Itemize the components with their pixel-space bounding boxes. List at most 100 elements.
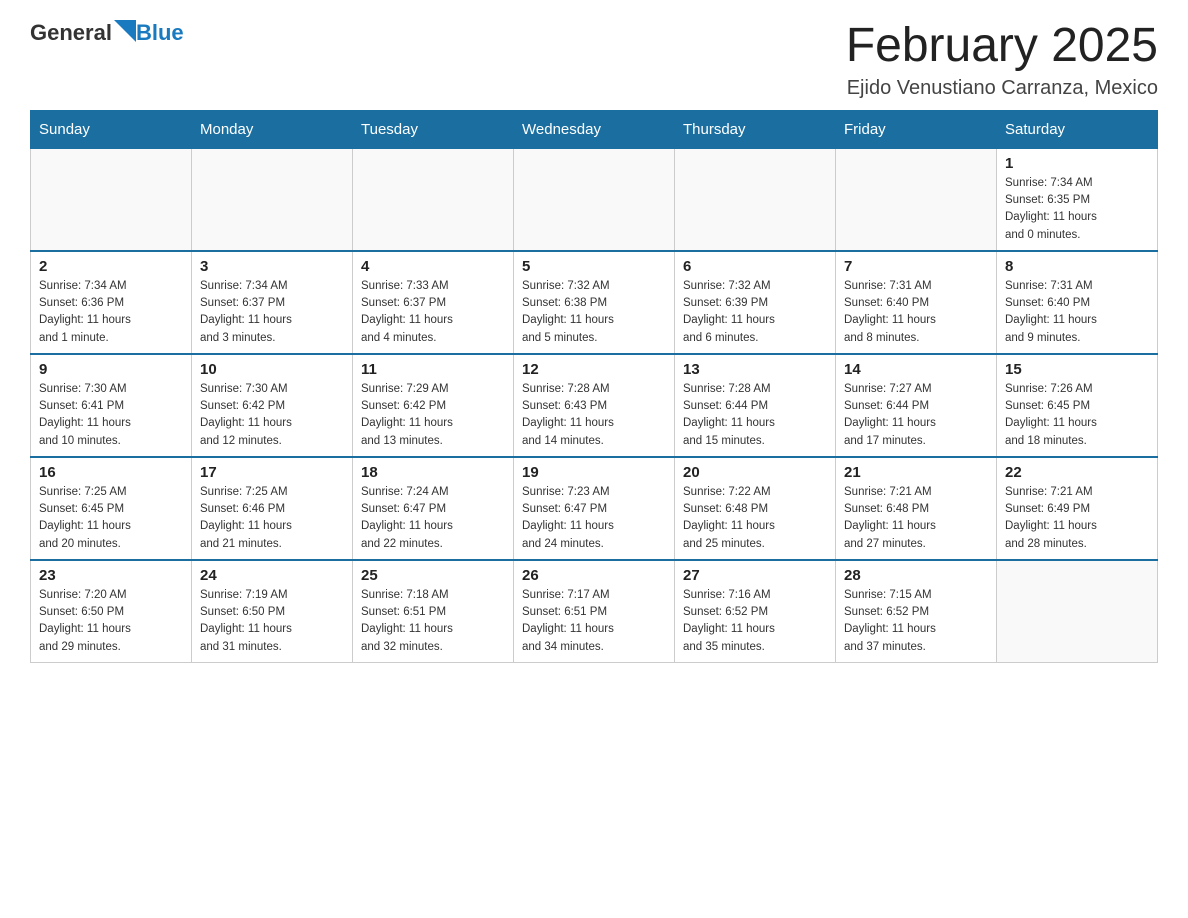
- day-number: 1: [1005, 155, 1149, 172]
- month-title: February 2025: [846, 20, 1158, 73]
- day-number: 21: [844, 464, 988, 481]
- day-number: 7: [844, 258, 988, 275]
- calendar-day-cell: 22 Sunrise: 7:21 AMSunset: 6:49 PMDayligh…: [997, 457, 1158, 560]
- day-info: Sunrise: 7:31 AMSunset: 6:40 PMDaylight:…: [844, 278, 988, 347]
- calendar-day-cell: 1 Sunrise: 7:34 AMSunset: 6:35 PMDaylight…: [997, 148, 1158, 251]
- weekday-header: Friday: [836, 110, 997, 148]
- day-number: 23: [39, 567, 183, 584]
- logo: General Blue: [30, 20, 184, 46]
- calendar-day-cell: 25 Sunrise: 7:18 AMSunset: 6:51 PMDayligh…: [353, 560, 514, 663]
- calendar-day-cell: [836, 148, 997, 251]
- calendar-day-cell: 16 Sunrise: 7:25 AMSunset: 6:45 PMDayligh…: [31, 457, 192, 560]
- day-info: Sunrise: 7:24 AMSunset: 6:47 PMDaylight:…: [361, 484, 505, 553]
- calendar-header-row: SundayMondayTuesdayWednesdayThursdayFrid…: [31, 110, 1158, 148]
- weekday-header: Monday: [192, 110, 353, 148]
- logo-general: General: [30, 20, 112, 46]
- day-info: Sunrise: 7:21 AMSunset: 6:49 PMDaylight:…: [1005, 484, 1149, 553]
- day-number: 8: [1005, 258, 1149, 275]
- calendar-day-cell: 4 Sunrise: 7:33 AMSunset: 6:37 PMDaylight…: [353, 251, 514, 354]
- logo-triangle-icon: [114, 20, 136, 42]
- weekday-header: Tuesday: [353, 110, 514, 148]
- day-number: 2: [39, 258, 183, 275]
- calendar-day-cell: 28 Sunrise: 7:15 AMSunset: 6:52 PMDayligh…: [836, 560, 997, 663]
- weekday-header: Wednesday: [514, 110, 675, 148]
- calendar-day-cell: 14 Sunrise: 7:27 AMSunset: 6:44 PMDayligh…: [836, 354, 997, 457]
- day-info: Sunrise: 7:34 AMSunset: 6:36 PMDaylight:…: [39, 278, 183, 347]
- weekday-header: Thursday: [675, 110, 836, 148]
- calendar-day-cell: 24Sunrise: 7:19 AMSunset: 6:50 PMDayligh…: [192, 560, 353, 663]
- day-info: Sunrise: 7:26 AMSunset: 6:45 PMDaylight:…: [1005, 381, 1149, 450]
- calendar-day-cell: 18Sunrise: 7:24 AMSunset: 6:47 PMDayligh…: [353, 457, 514, 560]
- calendar-table: SundayMondayTuesdayWednesdayThursdayFrid…: [30, 110, 1158, 663]
- weekday-header: Sunday: [31, 110, 192, 148]
- calendar-day-cell: [997, 560, 1158, 663]
- day-info: Sunrise: 7:25 AMSunset: 6:46 PMDaylight:…: [200, 484, 344, 553]
- day-number: 11: [361, 361, 505, 378]
- location: Ejido Venustiano Carranza, Mexico: [846, 77, 1158, 100]
- day-info: Sunrise: 7:18 AMSunset: 6:51 PMDaylight:…: [361, 587, 505, 656]
- calendar-day-cell: 19 Sunrise: 7:23 AMSunset: 6:47 PMDayligh…: [514, 457, 675, 560]
- day-number: 6: [683, 258, 827, 275]
- day-number: 28: [844, 567, 988, 584]
- day-info: Sunrise: 7:30 AMSunset: 6:41 PMDaylight:…: [39, 381, 183, 450]
- day-number: 4: [361, 258, 505, 275]
- calendar-week-row: 1 Sunrise: 7:34 AMSunset: 6:35 PMDaylight…: [31, 148, 1158, 251]
- calendar-day-cell: 13 Sunrise: 7:28 AMSunset: 6:44 PMDayligh…: [675, 354, 836, 457]
- calendar-day-cell: 12Sunrise: 7:28 AMSunset: 6:43 PMDayligh…: [514, 354, 675, 457]
- calendar-week-row: 9 Sunrise: 7:30 AMSunset: 6:41 PMDaylight…: [31, 354, 1158, 457]
- calendar-day-cell: 21 Sunrise: 7:21 AMSunset: 6:48 PMDayligh…: [836, 457, 997, 560]
- day-number: 19: [522, 464, 666, 481]
- day-number: 13: [683, 361, 827, 378]
- day-info: Sunrise: 7:32 AMSunset: 6:38 PMDaylight:…: [522, 278, 666, 347]
- calendar-day-cell: 8 Sunrise: 7:31 AMSunset: 6:40 PMDaylight…: [997, 251, 1158, 354]
- day-info: Sunrise: 7:34 AMSunset: 6:37 PMDaylight:…: [200, 278, 344, 347]
- calendar-day-cell: 9 Sunrise: 7:30 AMSunset: 6:41 PMDaylight…: [31, 354, 192, 457]
- calendar-day-cell: [514, 148, 675, 251]
- logo-blue: Blue: [136, 20, 184, 46]
- day-info: Sunrise: 7:15 AMSunset: 6:52 PMDaylight:…: [844, 587, 988, 656]
- calendar-day-cell: 10Sunrise: 7:30 AMSunset: 6:42 PMDayligh…: [192, 354, 353, 457]
- calendar-day-cell: 3 Sunrise: 7:34 AMSunset: 6:37 PMDaylight…: [192, 251, 353, 354]
- calendar-week-row: 2 Sunrise: 7:34 AMSunset: 6:36 PMDaylight…: [31, 251, 1158, 354]
- day-info: Sunrise: 7:28 AMSunset: 6:44 PMDaylight:…: [683, 381, 827, 450]
- day-info: Sunrise: 7:23 AMSunset: 6:47 PMDaylight:…: [522, 484, 666, 553]
- day-number: 25: [361, 567, 505, 584]
- day-info: Sunrise: 7:32 AMSunset: 6:39 PMDaylight:…: [683, 278, 827, 347]
- calendar-day-cell: [353, 148, 514, 251]
- calendar-week-row: 16 Sunrise: 7:25 AMSunset: 6:45 PMDayligh…: [31, 457, 1158, 560]
- day-info: Sunrise: 7:17 AMSunset: 6:51 PMDaylight:…: [522, 587, 666, 656]
- day-info: Sunrise: 7:31 AMSunset: 6:40 PMDaylight:…: [1005, 278, 1149, 347]
- day-info: Sunrise: 7:29 AMSunset: 6:42 PMDaylight:…: [361, 381, 505, 450]
- day-number: 9: [39, 361, 183, 378]
- calendar-day-cell: 6 Sunrise: 7:32 AMSunset: 6:39 PMDaylight…: [675, 251, 836, 354]
- day-number: 20: [683, 464, 827, 481]
- day-info: Sunrise: 7:34 AMSunset: 6:35 PMDaylight:…: [1005, 175, 1149, 244]
- day-number: 3: [200, 258, 344, 275]
- day-number: 26: [522, 567, 666, 584]
- day-number: 5: [522, 258, 666, 275]
- calendar-day-cell: [31, 148, 192, 251]
- day-info: Sunrise: 7:33 AMSunset: 6:37 PMDaylight:…: [361, 278, 505, 347]
- title-section: February 2025 Ejido Venustiano Carranza,…: [846, 20, 1158, 100]
- calendar-week-row: 23 Sunrise: 7:20 AMSunset: 6:50 PMDayligh…: [31, 560, 1158, 663]
- day-number: 14: [844, 361, 988, 378]
- day-info: Sunrise: 7:16 AMSunset: 6:52 PMDaylight:…: [683, 587, 827, 656]
- day-info: Sunrise: 7:20 AMSunset: 6:50 PMDaylight:…: [39, 587, 183, 656]
- day-number: 24: [200, 567, 344, 584]
- page-header: General Blue February 2025 Ejido Venusti…: [30, 20, 1158, 100]
- calendar-day-cell: 5 Sunrise: 7:32 AMSunset: 6:38 PMDaylight…: [514, 251, 675, 354]
- day-info: Sunrise: 7:30 AMSunset: 6:42 PMDaylight:…: [200, 381, 344, 450]
- day-number: 22: [1005, 464, 1149, 481]
- calendar-day-cell: 7 Sunrise: 7:31 AMSunset: 6:40 PMDaylight…: [836, 251, 997, 354]
- day-info: Sunrise: 7:27 AMSunset: 6:44 PMDaylight:…: [844, 381, 988, 450]
- day-info: Sunrise: 7:21 AMSunset: 6:48 PMDaylight:…: [844, 484, 988, 553]
- day-info: Sunrise: 7:22 AMSunset: 6:48 PMDaylight:…: [683, 484, 827, 553]
- day-number: 16: [39, 464, 183, 481]
- day-info: Sunrise: 7:25 AMSunset: 6:45 PMDaylight:…: [39, 484, 183, 553]
- day-number: 17: [200, 464, 344, 481]
- calendar-day-cell: 20 Sunrise: 7:22 AMSunset: 6:48 PMDayligh…: [675, 457, 836, 560]
- day-number: 15: [1005, 361, 1149, 378]
- weekday-header: Saturday: [997, 110, 1158, 148]
- calendar-day-cell: 27Sunrise: 7:16 AMSunset: 6:52 PMDayligh…: [675, 560, 836, 663]
- calendar-day-cell: 15 Sunrise: 7:26 AMSunset: 6:45 PMDayligh…: [997, 354, 1158, 457]
